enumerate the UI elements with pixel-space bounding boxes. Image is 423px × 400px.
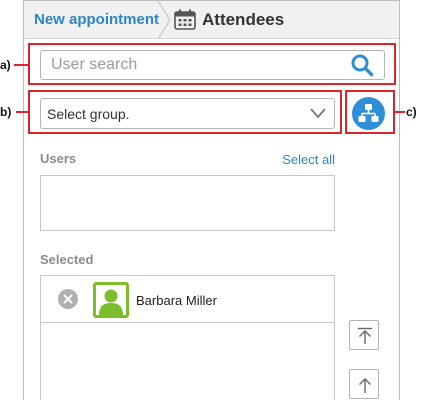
callout-box-b — [28, 90, 342, 134]
callout-box-a — [28, 43, 396, 85]
selected-user-name: Barbara Miller — [136, 293, 217, 308]
callout-label-c: c) — [406, 105, 417, 119]
move-up-button[interactable] — [349, 369, 379, 399]
move-to-top-button[interactable] — [349, 320, 379, 350]
callout-line-c — [395, 111, 405, 113]
user-avatar-icon — [93, 282, 129, 318]
callout-line-b — [16, 111, 28, 113]
callout-label-b: b) — [0, 105, 12, 119]
remove-icon[interactable] — [58, 289, 78, 309]
users-list[interactable] — [40, 175, 335, 231]
breadcrumb-new-appointment[interactable]: New appointment — [34, 11, 159, 28]
selected-list[interactable]: Barbara Miller — [40, 275, 335, 400]
users-section-label: Users — [40, 151, 77, 166]
callout-label-a: a) — [0, 58, 11, 72]
page-title: Attendees — [202, 10, 285, 29]
callout-line-a — [14, 64, 28, 66]
header-bar: New appointment Attendees — [24, 1, 399, 39]
selected-user-row[interactable]: Barbara Miller — [41, 276, 334, 323]
calendar-icon — [174, 9, 196, 30]
breadcrumb-separator — [157, 1, 171, 39]
move-to-top-icon — [358, 327, 372, 344]
select-all-link[interactable]: Select all — [282, 152, 335, 167]
callout-box-c — [345, 90, 395, 134]
move-up-icon — [359, 378, 371, 393]
selected-section-label: Selected — [40, 252, 94, 267]
